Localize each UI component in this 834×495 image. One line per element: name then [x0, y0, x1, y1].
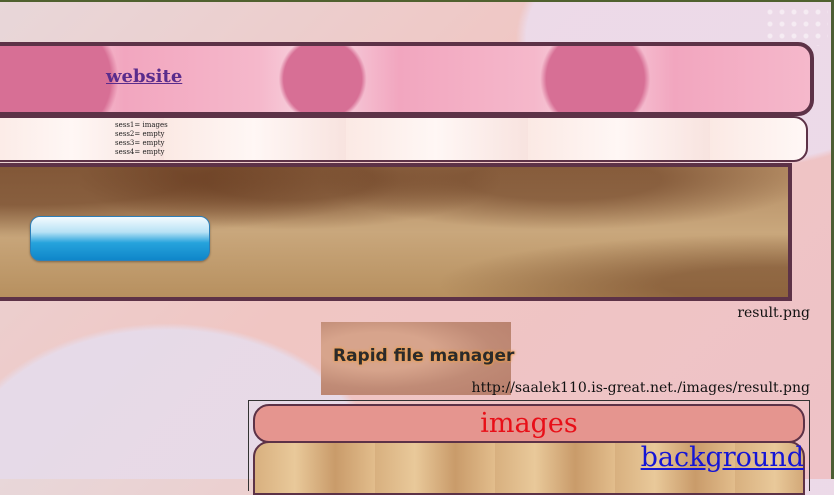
images-title: images	[480, 408, 578, 439]
action-button[interactable]	[30, 216, 210, 261]
images-header: images	[253, 404, 805, 443]
dot-pattern	[764, 6, 828, 46]
session-item: sess2= empty	[115, 130, 165, 138]
result-url: http://saalek110.is-great.net./images/re…	[471, 380, 810, 396]
website-link[interactable]: website	[106, 66, 182, 87]
session-item: sess1= images	[115, 121, 168, 129]
result-image-text: Rapid file manager	[333, 346, 515, 366]
session-item: sess3= empty	[115, 139, 165, 147]
result-filename: result.png	[737, 305, 810, 321]
top-edge	[0, 0, 834, 2]
session-list: sess1= images sess2= empty sess3= empty …	[115, 121, 168, 157]
background-link[interactable]: background	[641, 442, 804, 473]
session-item: sess4= empty	[115, 148, 165, 156]
